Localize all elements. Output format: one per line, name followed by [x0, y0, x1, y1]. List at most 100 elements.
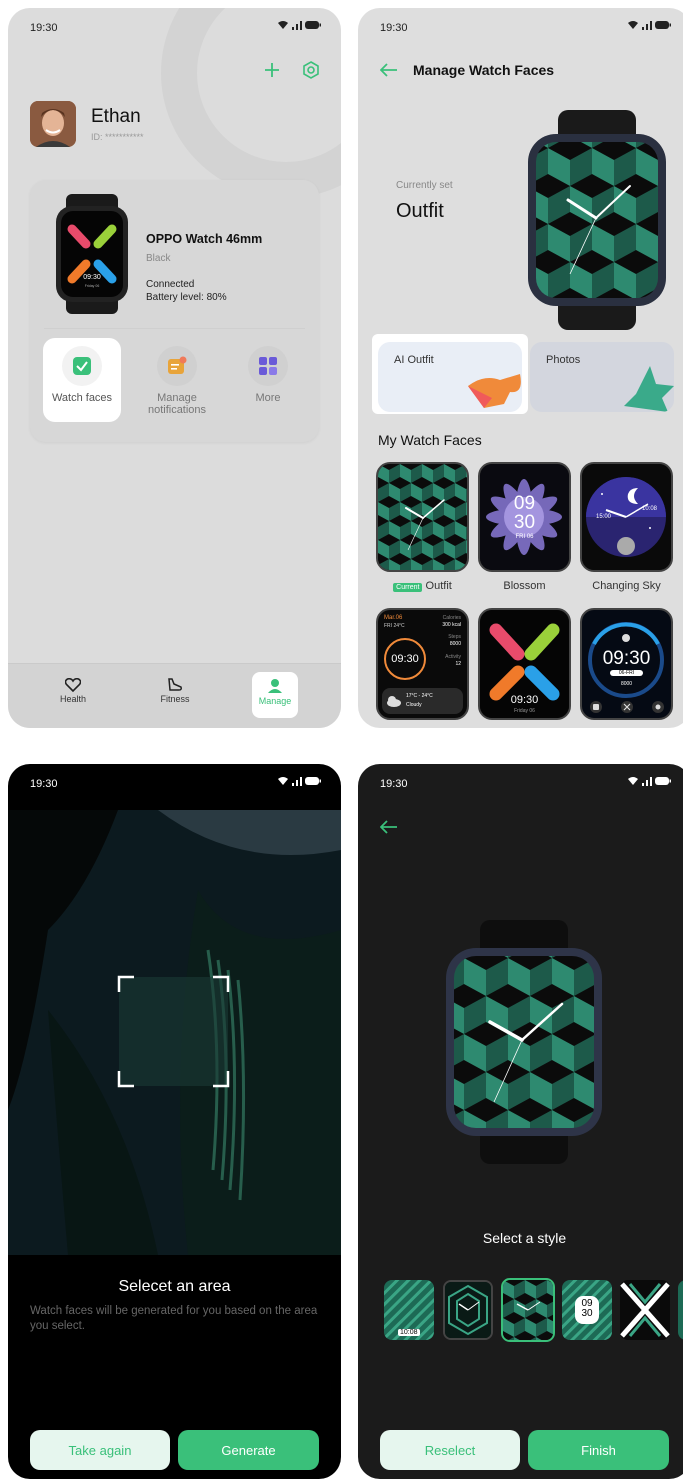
- signal-icon: [292, 20, 302, 30]
- photos-shape-icon: [624, 366, 674, 412]
- status-bar: 19:30: [358, 764, 683, 800]
- face-label-outfit: Current Outfit: [376, 580, 469, 592]
- settings-icon[interactable]: [302, 61, 320, 79]
- status-bar: 19:30: [358, 8, 683, 44]
- current-badge: Current: [393, 583, 423, 592]
- face-thumb-outfit[interactable]: [376, 462, 469, 572]
- signal-icon: [642, 20, 652, 30]
- face-thumb-x[interactable]: 09:30 Friday 06: [478, 608, 571, 720]
- info-steps-label: Steps: [448, 634, 461, 640]
- back-arrow-icon[interactable]: [380, 820, 398, 834]
- tab-manage[interactable]: Manage: [252, 672, 298, 718]
- info-date: Mar.06: [384, 615, 403, 621]
- style-minute: 30: [581, 1308, 593, 1319]
- status-bar: 19:30: [8, 764, 341, 800]
- geometric-pattern-icon: [445, 1282, 491, 1338]
- status-icons: [627, 776, 671, 786]
- captured-photo[interactable]: [8, 810, 341, 1255]
- chevron-pattern-icon: [620, 1282, 670, 1338]
- info-calories-label: Calories: [442, 615, 461, 621]
- status-time: 19:30: [30, 778, 58, 790]
- watch-date: Friday 06: [85, 284, 100, 288]
- blossom-minute: 30: [513, 512, 536, 533]
- back-arrow-icon[interactable]: [380, 63, 398, 77]
- tab-fitness[interactable]: Fitness: [152, 672, 198, 718]
- complication-icons: [590, 701, 664, 713]
- info-calories-value: 300 kcal: [442, 622, 461, 628]
- currently-set-label: Currently set: [396, 180, 453, 191]
- tab-health[interactable]: Health: [50, 672, 96, 718]
- face-thumb-digital[interactable]: 09:30 06-FRI 8000: [580, 608, 673, 720]
- cloud-icon: [387, 696, 401, 707]
- device-color: Black: [146, 253, 171, 264]
- ai-outfit-option[interactable]: AI Outfit: [378, 342, 522, 412]
- take-again-button[interactable]: Take again: [30, 1430, 170, 1470]
- photos-label: Photos: [546, 354, 581, 366]
- style-option-geometric[interactable]: [443, 1280, 493, 1340]
- status-icons: [277, 776, 321, 786]
- style-option-cubes-selected[interactable]: [501, 1278, 555, 1342]
- info-activity-label: Activity: [445, 654, 461, 660]
- person-icon: [268, 679, 282, 693]
- watch-preview: [528, 110, 666, 330]
- info-time: 09:30: [384, 638, 426, 680]
- ai-outfit-shape-icon: [468, 374, 521, 408]
- connection-status: Connected: [146, 279, 195, 290]
- status-icons: [627, 20, 671, 30]
- page-title: Manage Watch Faces: [413, 62, 555, 78]
- status-bar: 19:30: [8, 8, 341, 44]
- wifi-icon: [628, 777, 638, 785]
- digital-steps: 8000: [620, 681, 633, 687]
- manage-notifications-label: Manage notifications: [147, 392, 207, 416]
- digital-date: 06-FRI: [610, 670, 643, 676]
- notifications-icon-bg: [157, 346, 197, 386]
- style-option-digital[interactable]: 09 30: [562, 1280, 612, 1340]
- style-option-stripes[interactable]: 10:08: [384, 1280, 434, 1340]
- digital-time: 09:30: [602, 648, 651, 669]
- finish-button[interactable]: Finish: [528, 1430, 669, 1470]
- tab-health-label: Health: [59, 694, 86, 704]
- info-steps-value: 8000: [449, 641, 461, 647]
- tab-manage-label: Manage: [258, 696, 292, 706]
- face-thumb-changing-sky[interactable]: 15:00 10:08: [580, 462, 673, 572]
- face-thumb-blossom[interactable]: 09 30 FRI 06: [478, 462, 571, 572]
- weather-temp: 17°C - 24°C: [406, 693, 433, 699]
- info-activity-value: 12: [455, 661, 461, 667]
- signal-icon: [292, 776, 302, 786]
- shoe-icon: [168, 678, 182, 691]
- tab-bar: Health Fitness Manage: [8, 663, 341, 728]
- watch-faces-label: Watch faces: [51, 392, 113, 404]
- weather-condition: Cloudy: [406, 702, 422, 708]
- battery-icon: [305, 777, 321, 785]
- photos-option[interactable]: Photos: [530, 342, 674, 412]
- more-icon-bg: [248, 346, 288, 386]
- status-time: 19:30: [30, 22, 58, 34]
- style-option-partial[interactable]: [678, 1280, 683, 1340]
- status-icons: [277, 20, 321, 30]
- watch-image: 09:30 Friday 06: [56, 194, 128, 314]
- watch-face-icon: [73, 357, 91, 375]
- style-option-chevron[interactable]: [620, 1280, 670, 1340]
- watch-faces-icon-bg: [62, 346, 102, 386]
- more-button[interactable]: More: [229, 338, 307, 422]
- watch-faces-button[interactable]: Watch faces: [43, 338, 121, 422]
- profile-photo: [30, 101, 76, 147]
- manage-notifications-button[interactable]: Manage notifications: [138, 338, 216, 422]
- sky-right-time: 10:08: [642, 506, 658, 512]
- watch-time: 09:30: [83, 274, 101, 281]
- add-icon[interactable]: [264, 62, 280, 78]
- reselect-button[interactable]: Reselect: [380, 1430, 520, 1470]
- face-thumb-info[interactable]: Mar.06 FRI 24°C Calories 300 kcal Steps …: [376, 608, 469, 720]
- notification-icon: [168, 356, 187, 374]
- sky-left-time: 15:00: [596, 514, 612, 520]
- generate-button[interactable]: Generate: [178, 1430, 319, 1470]
- wifi-icon: [628, 21, 638, 29]
- page-title: Select a style: [482, 1230, 567, 1246]
- info-weather: FRI 24°C: [384, 623, 405, 629]
- signal-icon: [642, 776, 652, 786]
- current-face-name: Outfit: [396, 200, 444, 222]
- grid-icon: [259, 357, 277, 375]
- avatar[interactable]: [30, 101, 76, 147]
- x-face-time: 09:30: [510, 694, 539, 706]
- ai-outfit-label: AI Outfit: [394, 354, 434, 366]
